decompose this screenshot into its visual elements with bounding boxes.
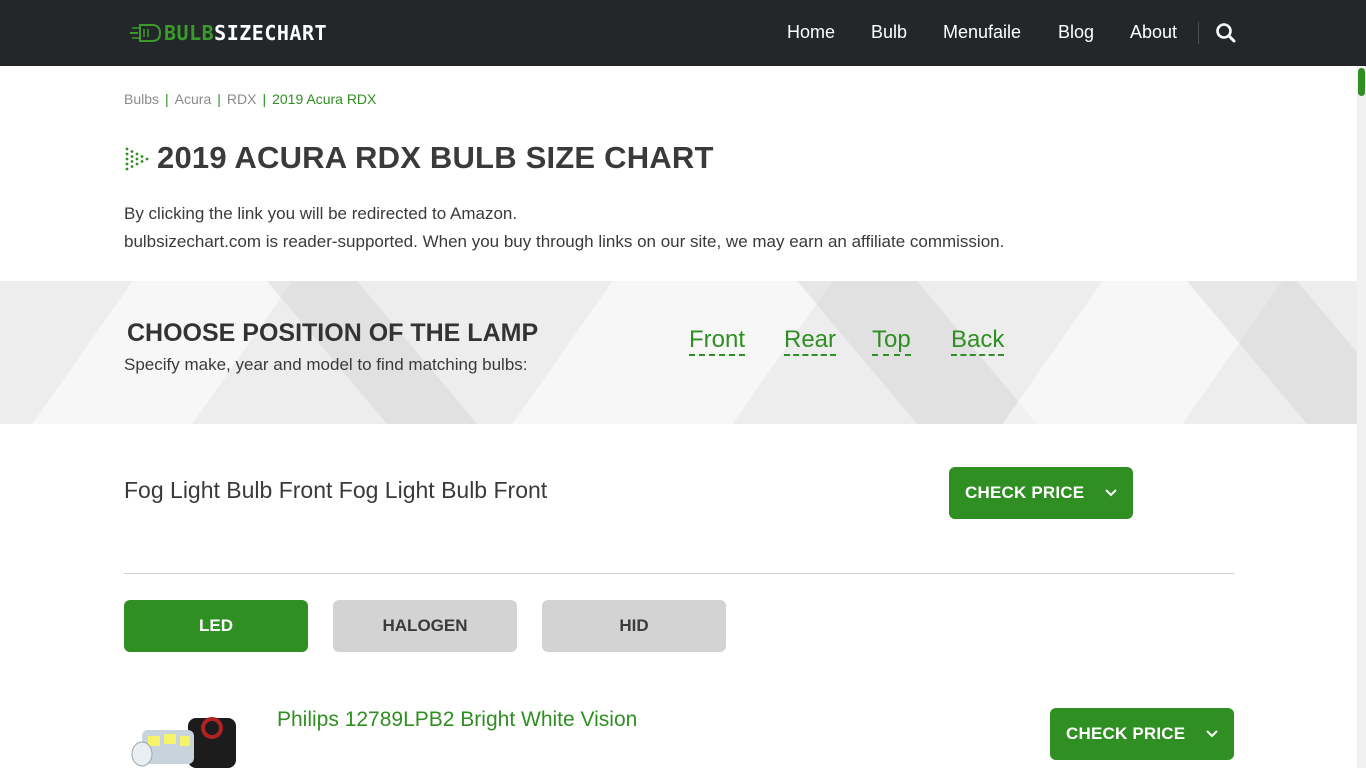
breadcrumb: Bulbs | Acura | RDX | 2019 Acura RDX <box>124 91 376 107</box>
intro-line-2: bulbsizechart.com is reader-supported. W… <box>124 232 1005 251</box>
product-name-link[interactable]: Philips 12789LPB2 Bright White Vision <box>277 708 637 732</box>
logo-text: BULBSIZECHART <box>164 21 328 45</box>
intro-line-1: By clicking the link you will be redirec… <box>124 204 518 223</box>
breadcrumb-separator: | <box>217 91 221 107</box>
section-divider <box>124 573 1234 574</box>
tab-halogen[interactable]: HALOGEN <box>333 600 517 652</box>
lamp-position-subheading: Specify make, year and model to find mat… <box>124 355 528 374</box>
position-rear-link[interactable]: Rear <box>784 326 837 356</box>
position-top-link[interactable]: Top <box>872 326 911 356</box>
nav-about[interactable]: About <box>1130 22 1177 43</box>
nav-bulb[interactable]: Bulb <box>871 22 907 43</box>
page-title-wrap: 2019 ACURA RDX BULB SIZE CHART <box>124 140 714 176</box>
section-title: Fog Light Bulb Front Fog Light Bulb Fron… <box>124 477 548 503</box>
search-button[interactable] <box>1214 21 1238 45</box>
breadcrumb-separator: | <box>262 91 267 107</box>
check-price-button[interactable]: CHECK PRICE <box>949 467 1133 519</box>
breadcrumb-acura[interactable]: Acura <box>175 91 212 107</box>
led-bulb-image <box>131 717 236 768</box>
nav-menufaile[interactable]: Menufaile <box>943 22 1021 43</box>
position-front-link[interactable]: Front <box>689 326 746 356</box>
bulb-logo-icon <box>130 24 162 42</box>
lamp-position-banner <box>0 281 1357 424</box>
site-logo[interactable]: BULBSIZECHART <box>128 20 327 46</box>
site-header: BULBSIZECHART Home Bulb Menufaile Blog A… <box>0 0 1366 66</box>
lamp-position-heading: CHOOSE POSITION OF THE LAMP <box>127 319 539 347</box>
nav-divider <box>1198 22 1199 44</box>
chevron-down-icon <box>1206 730 1218 738</box>
product-check-price-button[interactable]: CHECK PRICE <box>1050 708 1234 760</box>
nav-blog[interactable]: Blog <box>1058 22 1094 43</box>
affiliate-notice: By clicking the link you will be redirec… <box>124 200 1004 256</box>
position-back-link[interactable]: Back <box>951 326 1005 356</box>
dotted-arrow-icon <box>125 147 149 171</box>
product-image[interactable] <box>128 708 250 768</box>
breadcrumb-bulbs[interactable]: Bulbs <box>124 91 159 107</box>
breadcrumb-separator: | <box>165 91 169 107</box>
tab-led[interactable]: LED <box>124 600 308 652</box>
search-icon <box>1216 23 1236 43</box>
nav-home[interactable]: Home <box>787 22 835 43</box>
chevron-down-icon <box>1105 489 1117 497</box>
scrollbar-thumb[interactable] <box>1358 68 1365 96</box>
page-scrollbar[interactable] <box>1357 66 1366 768</box>
page-title: 2019 ACURA RDX BULB SIZE CHART <box>157 140 714 175</box>
check-price-label: CHECK PRICE <box>965 483 1085 502</box>
tab-hid[interactable]: HID <box>542 600 726 652</box>
breadcrumb-rdx[interactable]: RDX <box>227 91 257 107</box>
check-price-label: CHECK PRICE <box>1066 724 1186 743</box>
breadcrumb-current: 2019 Acura RDX <box>272 91 377 107</box>
